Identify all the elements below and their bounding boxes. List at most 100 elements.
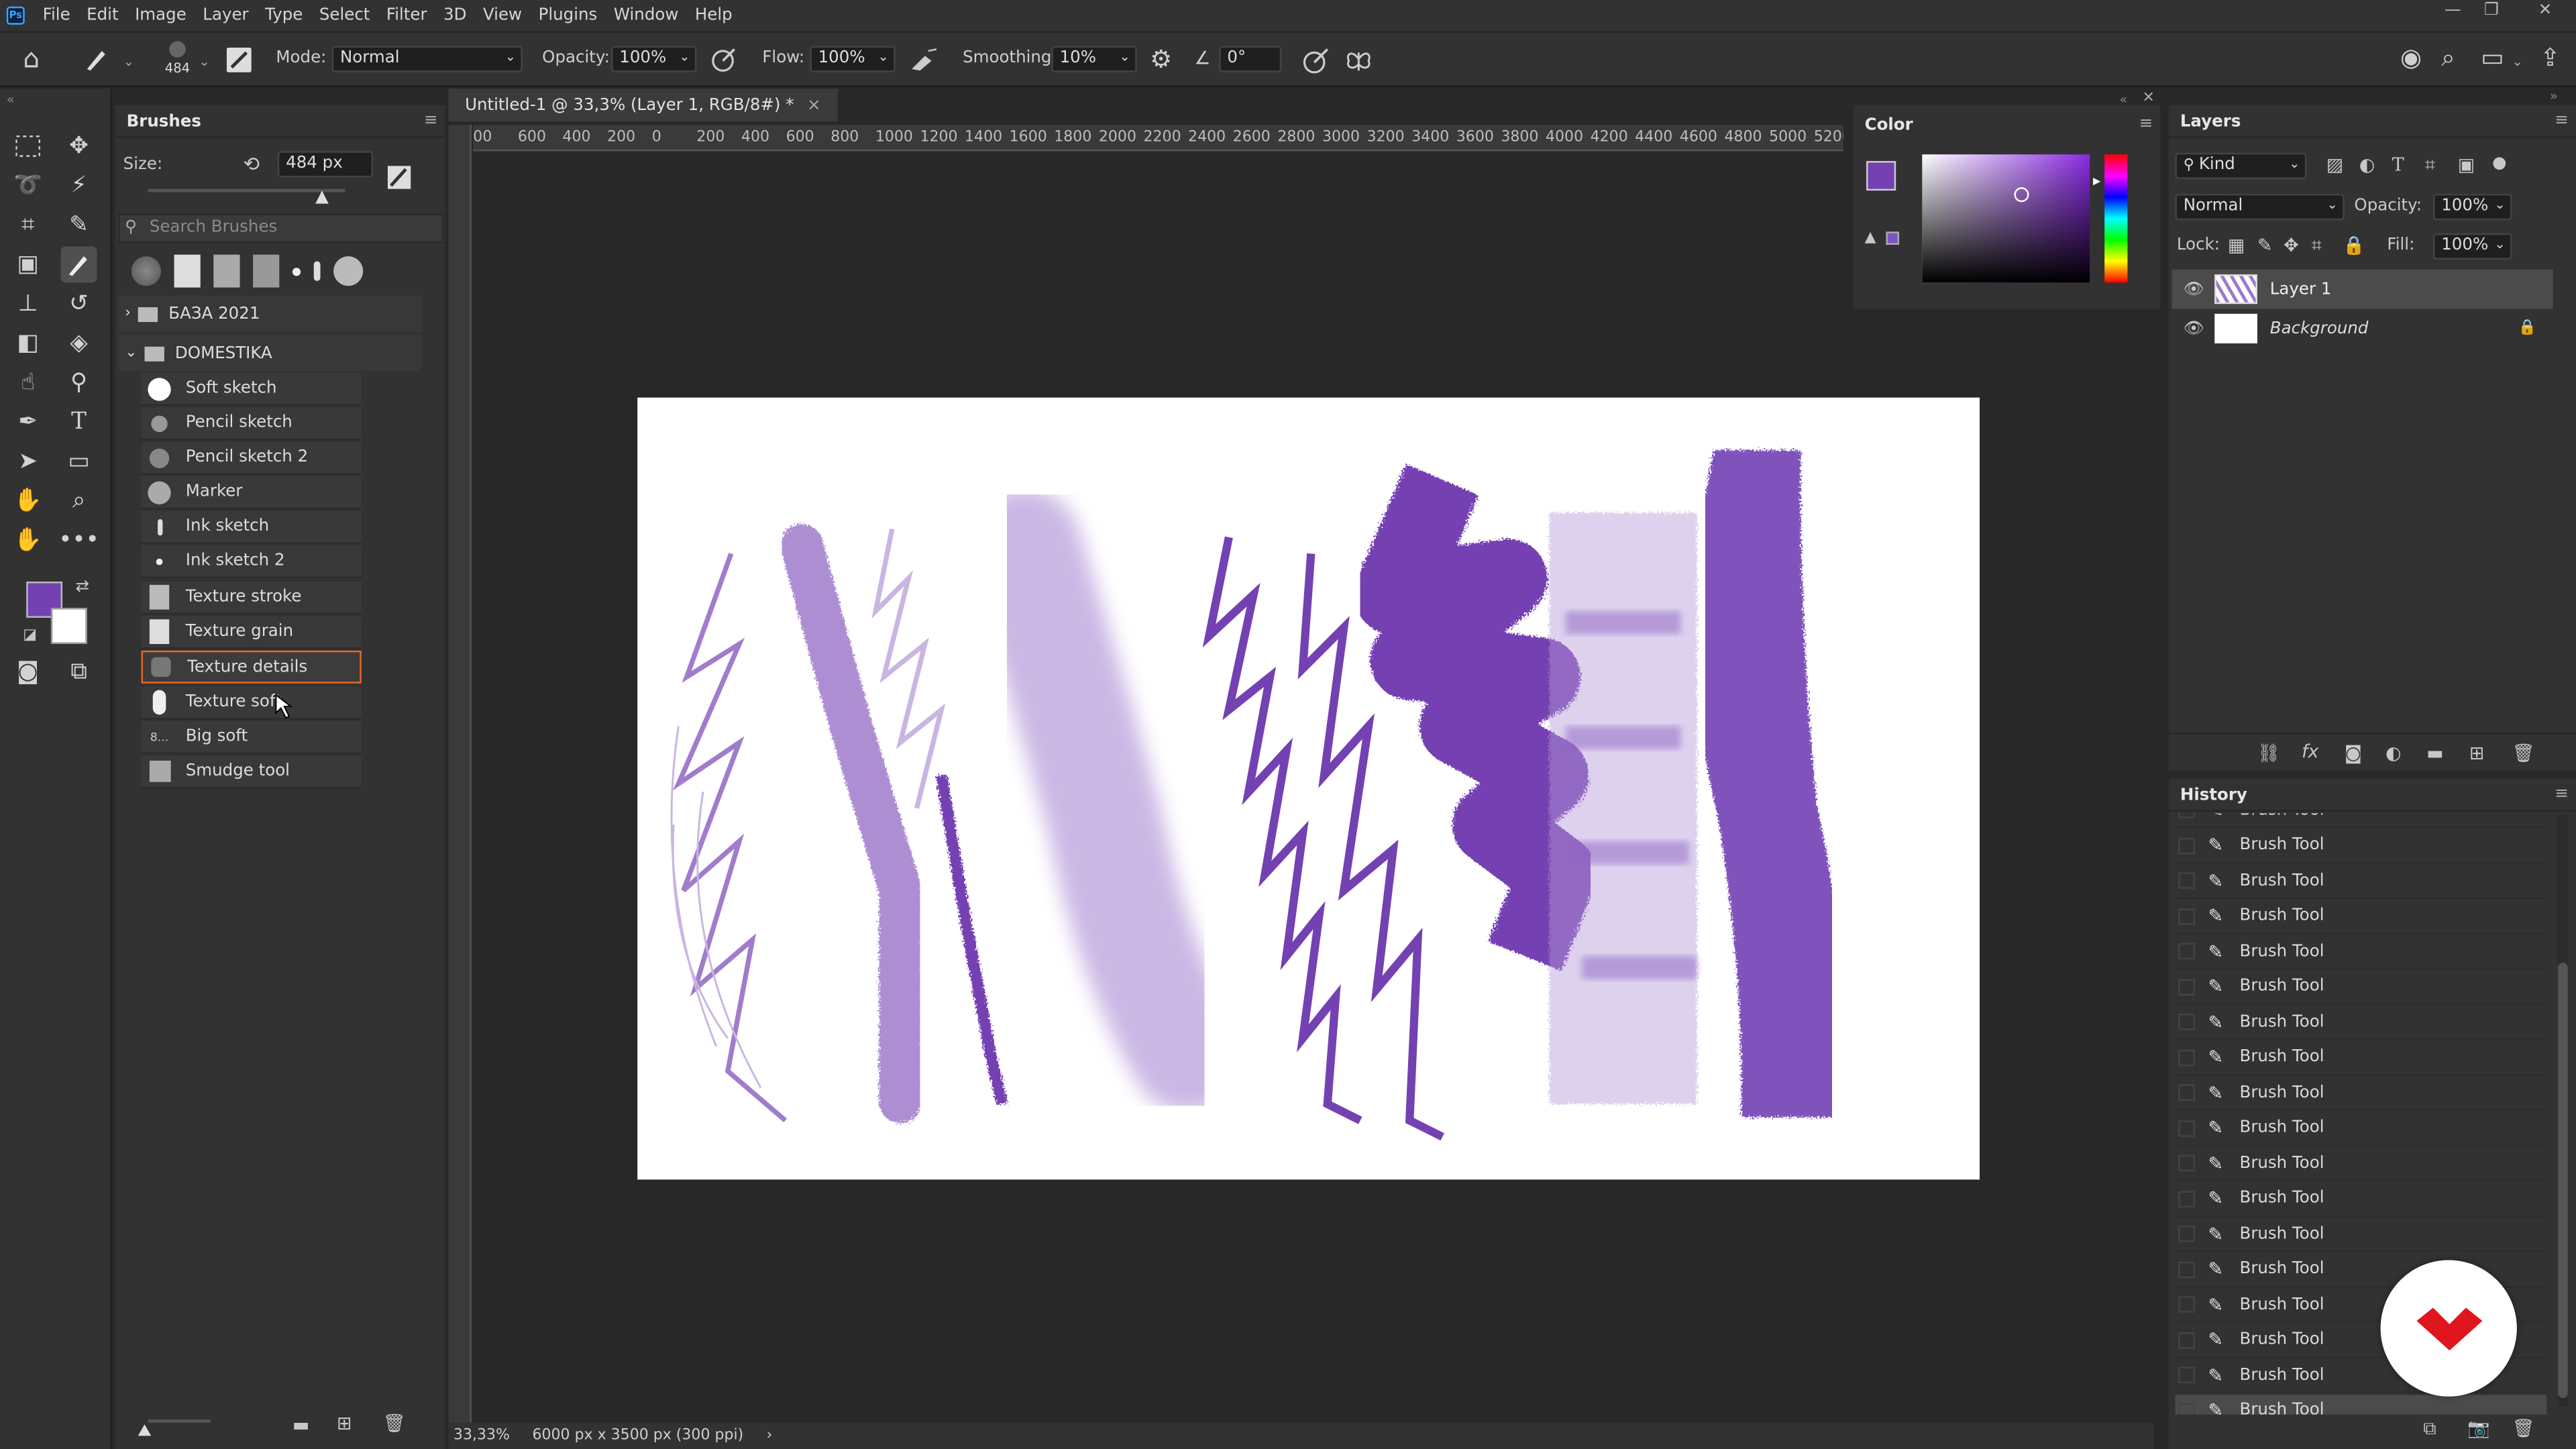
symmetry-butterfly-icon[interactable] (1344, 46, 1373, 76)
brush-item[interactable]: Texture soft (141, 686, 362, 720)
menu-type[interactable]: Type (257, 7, 311, 25)
stamp-tool-icon[interactable]: ⊥ (10, 286, 46, 322)
brush-group-baza[interactable]: › БАЗА 2021 (118, 295, 423, 332)
filter-shape-icon[interactable]: ⌗ (2425, 154, 2435, 177)
zoom-tool-icon[interactable]: ⌕ (61, 483, 97, 519)
history-checkbox[interactable] (2178, 1402, 2195, 1415)
gamut-warning-icon[interactable]: ▲ (1865, 230, 1876, 246)
history-item[interactable]: ✎ Brush Tool (2175, 1182, 2546, 1217)
menu-view[interactable]: View (475, 7, 531, 25)
history-checkbox[interactable] (2178, 1260, 2195, 1278)
history-checkbox[interactable] (2178, 1366, 2195, 1384)
smudge-tool-icon[interactable]: ☝ (10, 365, 46, 401)
mode-select[interactable]: Normal ⌄ (331, 46, 523, 72)
background-color-swatch[interactable] (50, 608, 87, 645)
history-item[interactable]: ✎ Brush Tool (2175, 1006, 2546, 1040)
brush-item-selected[interactable]: Texture details (141, 650, 362, 684)
filter-type-icon[interactable]: T (2392, 154, 2404, 176)
search-icon[interactable]: ⌕ (2441, 45, 2455, 71)
history-checkbox[interactable] (2178, 813, 2195, 818)
pressure-opacity-icon[interactable] (710, 46, 738, 74)
link-layers-icon[interactable]: ⛓ (2257, 743, 2280, 764)
snapshot-camera-icon[interactable]: 📷 (2467, 1417, 2490, 1439)
menu-image[interactable]: Image (127, 7, 195, 25)
menu-select[interactable]: Select (311, 7, 378, 25)
size-input[interactable]: 484 px (277, 151, 373, 178)
share-icon[interactable]: ⇪ (2540, 45, 2561, 71)
history-item[interactable]: ✎ Brush Tool (2175, 1218, 2546, 1252)
trash-icon[interactable]: 🗑 (2512, 743, 2535, 764)
lasso-tool-icon[interactable]: ➰ (10, 168, 46, 204)
menu-window[interactable]: Window (606, 7, 687, 25)
smoothing-input[interactable]: 10% ⌄ (1051, 46, 1137, 72)
brush-item[interactable]: Pencil sketch 2 (141, 441, 362, 475)
move-tool-icon[interactable]: ✥ (61, 128, 97, 164)
brush-item[interactable]: Marker (141, 476, 362, 510)
history-item[interactable]: ✎ Brush Tool (2175, 1112, 2546, 1146)
brush-settings-icon[interactable] (225, 46, 254, 74)
lock-transparent-icon[interactable]: ▦ (2228, 235, 2245, 256)
menu-3d[interactable]: 3D (435, 7, 475, 25)
layer-row-background[interactable]: 👁 Background 🔒 (2172, 309, 2553, 348)
fx-icon[interactable]: fx (2302, 741, 2318, 762)
brush-item[interactable]: Soft sketch (141, 372, 362, 406)
lock-position-icon[interactable]: ✥ (2284, 235, 2299, 256)
zoom-level[interactable]: 33,33% (453, 1428, 519, 1444)
default-colors-icon[interactable]: ◪ (23, 628, 37, 644)
new-group-folder-icon[interactable]: ▬ (292, 1415, 309, 1436)
filter-pixel-icon[interactable]: ▨ (2326, 154, 2343, 176)
history-checkbox[interactable] (2178, 837, 2195, 854)
path-selection-tool-icon[interactable]: ➤ (10, 443, 46, 480)
brush-group-domestika[interactable]: ⌄ DOMESTIKA (118, 335, 423, 372)
visibility-eye-icon[interactable]: 👁 (2184, 280, 2204, 299)
recent-brush-1[interactable] (131, 256, 162, 286)
history-checkbox[interactable] (2178, 1190, 2195, 1207)
brush-tool-icon[interactable] (82, 46, 108, 72)
reset-size-icon[interactable]: ⟲ (243, 153, 260, 176)
thumbnail-size-slider[interactable] (148, 1419, 211, 1423)
thumbnail-size-handle[interactable] (138, 1424, 152, 1436)
add-mask-icon[interactable]: ◙ (2345, 743, 2362, 764)
pressure-size-icon[interactable] (1301, 46, 1331, 76)
menu-file[interactable]: File (34, 7, 78, 25)
hue-slider[interactable] (2104, 154, 2128, 283)
history-item[interactable]: ✎ Brush Tool (2175, 1146, 2546, 1181)
recent-brush-2[interactable] (174, 254, 201, 288)
brush-item[interactable]: Ink sketch 2 (141, 545, 362, 579)
history-checkbox[interactable] (2178, 1331, 2195, 1348)
document-tab[interactable]: Untitled-1 @ 33,3% (Layer 1, RGB/8#) * × (448, 89, 838, 122)
layer-row-layer-1[interactable]: 👁 Layer 1 (2171, 269, 2553, 309)
recent-brush-3[interactable] (213, 254, 240, 288)
new-document-from-state-icon[interactable]: ⧉ (2423, 1417, 2436, 1440)
history-checkbox[interactable] (2178, 1296, 2195, 1313)
layer-name[interactable]: Background (2270, 319, 2369, 337)
pen-tool-icon[interactable]: ✒ (10, 404, 46, 440)
size-slider-handle[interactable] (315, 191, 329, 204)
dodge-tool-icon[interactable]: ⚲ (61, 365, 97, 401)
restore-icon[interactable]: ❐ (2484, 1, 2499, 19)
brush-item[interactable]: Ink sketch (141, 511, 362, 544)
gear-icon[interactable]: ⚙ (1150, 47, 1172, 72)
history-item[interactable]: ✎ Brush Tool (2175, 1076, 2546, 1111)
menu-filter[interactable]: Filter (378, 7, 435, 25)
flow-input[interactable]: 100% ⌄ (810, 46, 896, 72)
brushes-panel-title[interactable]: Brushes (127, 113, 201, 131)
panel-menu-icon[interactable]: ≡ (2555, 786, 2569, 804)
brush-preset-picker[interactable]: 484 (158, 40, 197, 83)
minimize-icon[interactable]: — (2445, 1, 2461, 19)
layer-filter-select[interactable]: ⚲ Kind ⌄ (2175, 152, 2307, 179)
rectangle-tool-icon[interactable]: ▭ (61, 443, 97, 480)
type-tool-icon[interactable]: T (61, 404, 97, 440)
history-item[interactable]: ✎ Brush Tool (2175, 864, 2546, 899)
chevron-down-icon[interactable]: ⌄ (123, 54, 134, 69)
color-panel-title[interactable]: Color (1865, 117, 1913, 135)
quick-mask-icon[interactable]: ◙ (10, 654, 46, 690)
blend-mode-select[interactable]: Normal ⌄ (2175, 193, 2345, 221)
color-field[interactable] (1922, 154, 2090, 283)
lock-all-icon[interactable]: 🔒 (2343, 235, 2365, 256)
web-color-swatch[interactable] (1886, 231, 1900, 245)
fill-input[interactable]: 100% ⌄ (2432, 233, 2512, 260)
close-tab-icon[interactable]: × (807, 96, 821, 114)
home-icon[interactable]: ⌂ (23, 45, 40, 72)
swap-colors-icon[interactable]: ⇄ (76, 578, 90, 596)
